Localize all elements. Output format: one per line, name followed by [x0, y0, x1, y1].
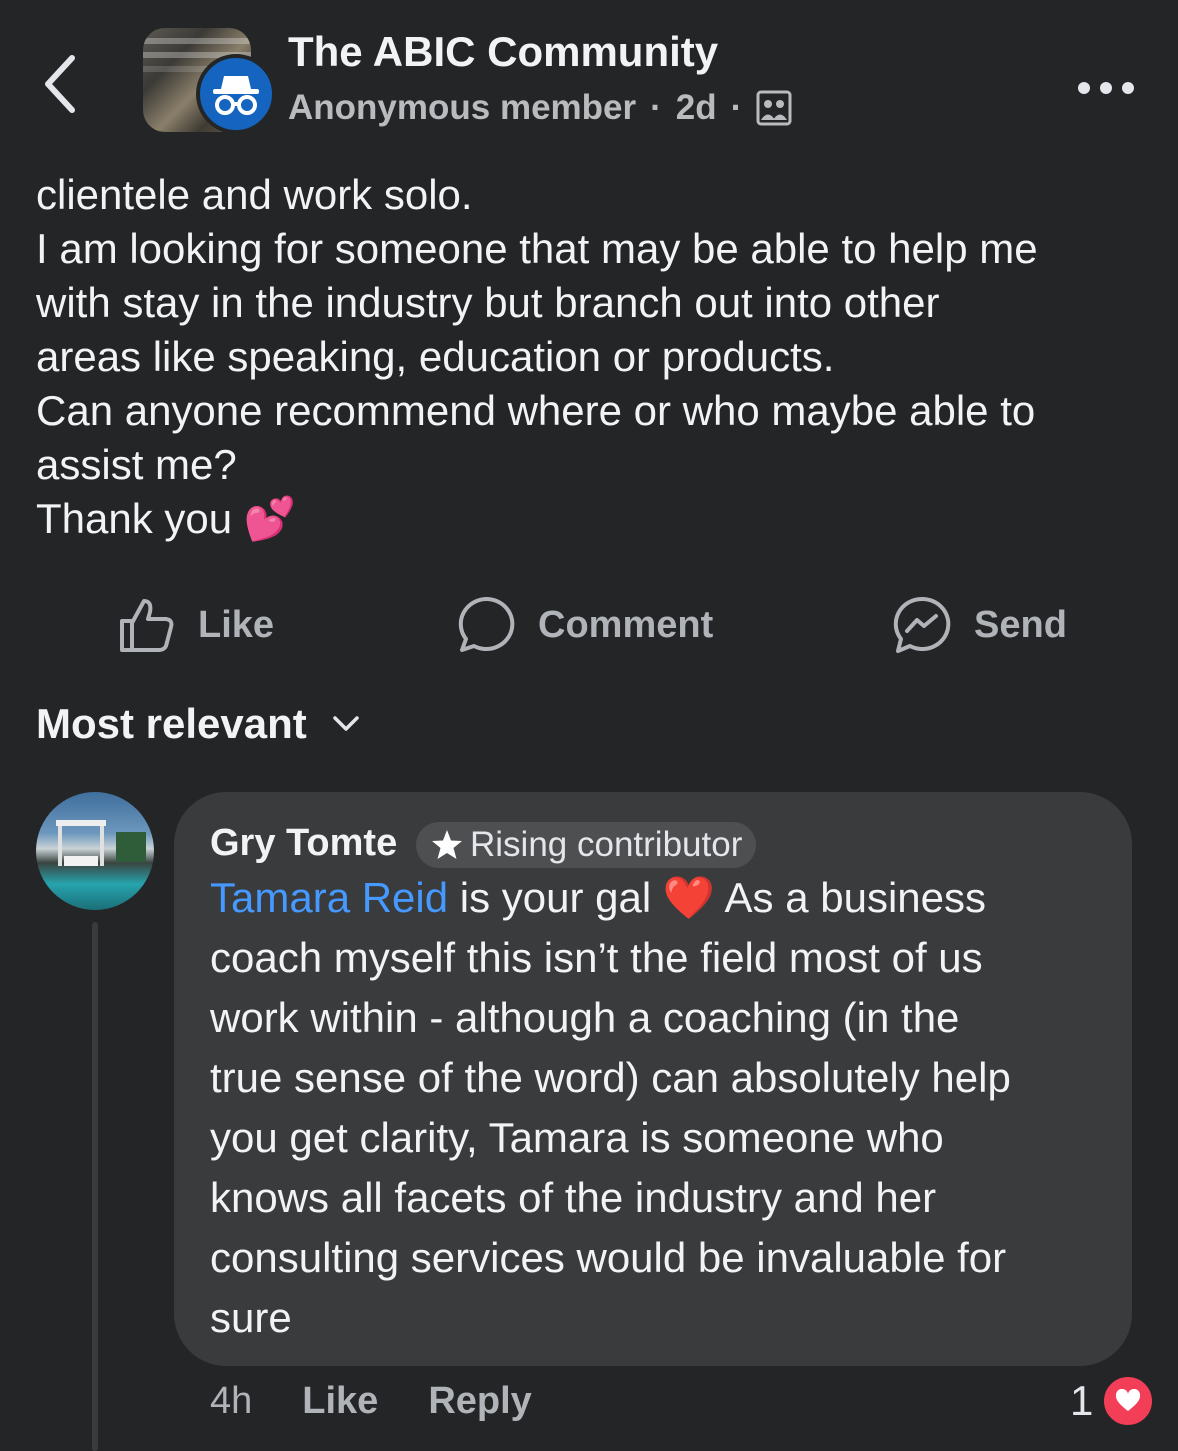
chevron-left-icon	[45, 55, 75, 113]
comment-button[interactable]: Comment	[456, 590, 713, 660]
separator: ·	[650, 88, 662, 127]
like-button[interactable]: Like	[118, 590, 274, 660]
comment-time: 4h	[210, 1380, 253, 1422]
post-time: 2d	[675, 88, 717, 127]
post-text: clientele and work solo. I am looking fo…	[36, 168, 1156, 546]
comment-line: consulting services would be invaluable …	[210, 1234, 1007, 1281]
post-line-text: Thank you	[36, 495, 233, 542]
comment-line: work within - although a coaching (in th…	[210, 994, 960, 1041]
more-options-button[interactable]	[1070, 70, 1144, 106]
post-line: Thank you 💕	[36, 492, 1156, 546]
send-button[interactable]: Send	[892, 590, 1067, 660]
comment-sort-dropdown[interactable]: Most relevant	[36, 700, 361, 748]
star-icon	[432, 830, 462, 859]
contributor-badge[interactable]: Rising contributor	[416, 822, 757, 868]
messenger-icon	[893, 596, 951, 653]
chevron-down-icon	[333, 716, 359, 731]
heart-reaction-icon	[1101, 1374, 1156, 1428]
comment-actions: 4h Like Reply	[210, 1380, 582, 1423]
post-line: assist me?	[36, 441, 237, 488]
comment-fragment: As a business	[715, 874, 986, 921]
post-line: Can anyone recommend where or who maybe …	[36, 387, 1036, 434]
reaction-summary[interactable]: 1	[1070, 1374, 1156, 1428]
like-label: Like	[198, 603, 275, 646]
red-heart-emoji: ❤️	[662, 873, 716, 922]
author-name: Anonymous member	[288, 88, 637, 127]
badge-label: Rising contributor	[470, 825, 743, 864]
thread-line	[92, 922, 98, 1451]
comment-label: Comment	[538, 603, 714, 646]
comment-like-button[interactable]: Like	[302, 1380, 378, 1423]
comment-line: Tamara Reid is your gal ❤️ As a business	[210, 868, 1130, 928]
comment-text: Tamara Reid is your gal ❤️ As a business…	[210, 868, 1130, 1348]
comment-line: sure	[210, 1294, 292, 1341]
mention-link[interactable]: Tamara Reid	[210, 874, 448, 921]
comment-fragment: is your gal	[448, 874, 663, 921]
comment-reply-button[interactable]: Reply	[428, 1380, 531, 1423]
anonymous-avatar	[196, 54, 276, 134]
post-line: clientele and work solo.	[36, 171, 473, 218]
commenter-avatar[interactable]	[36, 792, 154, 910]
send-label: Send	[974, 603, 1067, 646]
group-name[interactable]: The ABIC Community	[288, 28, 718, 76]
comment-line: knows all facets of the industry and her	[210, 1174, 937, 1221]
post-line: areas like speaking, education or produc…	[36, 333, 835, 380]
reaction-count: 1	[1070, 1377, 1094, 1424]
pool-photo	[56, 820, 146, 866]
incognito-icon	[213, 76, 259, 115]
comment-bubble-icon	[458, 596, 515, 652]
commenter-name[interactable]: Gry Tomte	[210, 822, 397, 865]
thumbs-up-icon	[120, 599, 174, 652]
group-members-icon	[756, 90, 792, 126]
comment-line: true sense of the word) can absolutely h…	[210, 1054, 1011, 1101]
comment-line: coach myself this isn’t the field most o…	[210, 934, 983, 981]
more-horizontal-icon	[1078, 82, 1134, 94]
post-line: with stay in the industry but branch out…	[36, 279, 940, 326]
post-line: I am looking for someone that may be abl…	[36, 225, 1038, 272]
back-button[interactable]	[40, 52, 100, 124]
two-hearts-emoji: 💕	[243, 494, 297, 543]
post-meta: Anonymous member · 2d ·	[288, 88, 792, 128]
separator: ·	[730, 88, 743, 127]
sort-label: Most relevant	[36, 700, 307, 747]
comment-line: you get clarity, Tamara is someone who	[210, 1114, 944, 1161]
